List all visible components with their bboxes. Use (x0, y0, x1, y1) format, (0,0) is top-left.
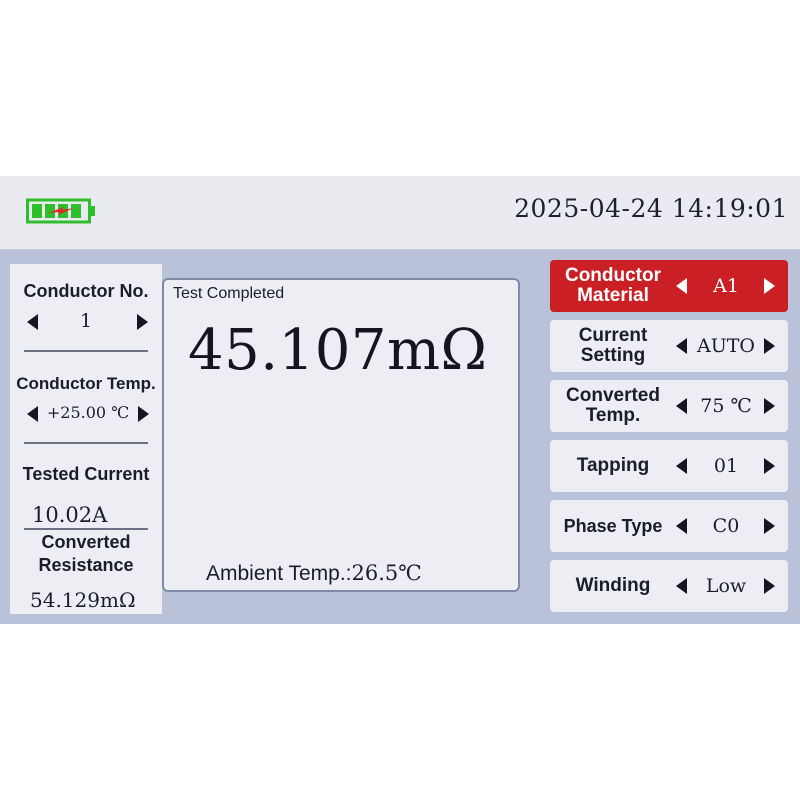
setting-label: Current Setting (578, 325, 648, 366)
conductor-temp-label: Conductor Temp. (16, 374, 156, 393)
setting-conductor-material[interactable]: Conductor Material A1 (550, 260, 788, 312)
setting-value: Low (705, 575, 747, 597)
setting-tapping[interactable]: Tapping 01 (550, 440, 788, 492)
prev-arrow-icon[interactable] (676, 578, 687, 594)
setting-label: Tapping (576, 455, 650, 476)
next-arrow-icon[interactable] (764, 458, 775, 474)
resistance-reading: 45.107mΩ (188, 318, 488, 383)
conductor-no-next-icon[interactable] (137, 314, 148, 330)
converted-resistance-label-line2: Resistance (38, 555, 134, 575)
prev-arrow-icon[interactable] (676, 278, 687, 294)
setting-label: Phase Type (563, 516, 663, 536)
prev-arrow-icon[interactable] (676, 398, 687, 414)
next-arrow-icon[interactable] (764, 278, 775, 294)
setting-winding[interactable]: Winding Low (550, 560, 788, 612)
next-arrow-icon[interactable] (764, 398, 775, 414)
conductor-no-value: 1 (79, 310, 93, 332)
conductor-no-label: Conductor No. (23, 281, 149, 301)
ambient-temp-label: Ambient Temp.: (206, 562, 352, 585)
converted-resistance-label-line1: Converted (41, 532, 131, 552)
setting-phase-type[interactable]: Phase Type C0 (550, 500, 788, 552)
status-bar: 2025-04-24 14:19:01 (0, 176, 800, 250)
next-arrow-icon[interactable] (764, 578, 775, 594)
conductor-temp-prev-icon[interactable] (27, 406, 38, 422)
ambient-temp: Ambient Temp.:26.5℃ (206, 561, 422, 586)
setting-converted-temp[interactable]: Converted Temp. 75 ℃ (550, 380, 788, 432)
conductor-temp-value: +25.00 ℃ (46, 403, 130, 422)
settings-panel: Conductor Material A1 Current Setting AUTO… (540, 256, 800, 624)
tested-current-label: Tested Current (22, 464, 150, 484)
next-arrow-icon[interactable] (764, 518, 775, 534)
setting-value: 75 ℃ (700, 395, 752, 417)
divider (24, 350, 148, 352)
measurement-panel: Test Completed 45.107mΩ Ambient Temp.:26… (162, 278, 520, 592)
left-info-panel: Conductor No. 1 Conductor Temp. +25.00 ℃… (10, 264, 162, 614)
test-status: Test Completed (173, 285, 285, 302)
setting-current[interactable]: Current Setting AUTO (550, 320, 788, 372)
conductor-temp-next-icon[interactable] (138, 406, 149, 422)
conductor-no-prev-icon[interactable] (27, 314, 38, 330)
device-screen: 2025-04-24 14:19:01 Conductor No. 1 Cond… (0, 176, 800, 624)
divider (24, 442, 148, 444)
datetime-display: 2025-04-24 14:19:01 (514, 194, 788, 223)
ambient-temp-value: 26.5℃ (351, 561, 422, 585)
setting-value: 01 (713, 455, 739, 477)
next-arrow-icon[interactable] (764, 338, 775, 354)
setting-label: Converted Temp. (566, 385, 660, 426)
setting-value: AUTO (697, 335, 755, 357)
setting-label: Winding (575, 575, 651, 596)
tested-current-value: 10.02A (32, 503, 108, 527)
setting-label: Conductor Material (564, 265, 662, 306)
prev-arrow-icon[interactable] (676, 458, 687, 474)
converted-resistance-value: 54.129mΩ (30, 588, 136, 612)
divider (24, 528, 148, 530)
prev-arrow-icon[interactable] (676, 518, 687, 534)
battery-charging-icon (26, 198, 95, 224)
setting-value: A1 (713, 275, 739, 297)
setting-value: C0 (712, 515, 740, 537)
prev-arrow-icon[interactable] (676, 338, 687, 354)
